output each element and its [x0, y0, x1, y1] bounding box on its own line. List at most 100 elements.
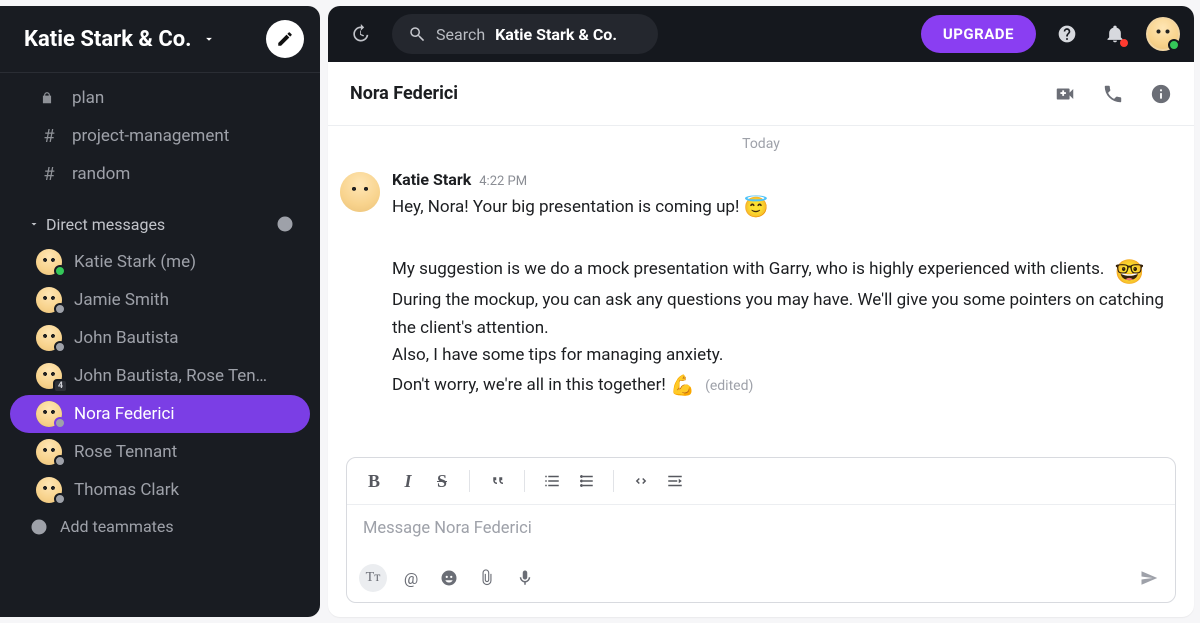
codeblock-button[interactable]: [660, 467, 690, 495]
avatar: [36, 477, 62, 503]
dm-katie-stark[interactable]: Katie Stark (me): [10, 243, 310, 281]
workspace-switcher[interactable]: Katie Stark & Co.: [0, 6, 320, 73]
history-icon: [350, 24, 370, 44]
add-teammates-label: Add teammates: [60, 517, 174, 536]
dm-label: John Bautista: [74, 328, 179, 348]
presence-online-icon: [54, 265, 66, 277]
dm-label: Katie Stark (me): [74, 252, 196, 272]
dm-thomas-clark[interactable]: Thomas Clark: [10, 471, 310, 509]
search-workspace: Katie Stark & Co.: [495, 25, 617, 44]
dm-label: Nora Federici: [74, 404, 174, 424]
channel-plan[interactable]: plan: [10, 79, 310, 117]
presence-away-icon: [54, 493, 66, 505]
add-video-icon[interactable]: [1054, 83, 1076, 105]
dm-section-header[interactable]: Direct messages: [10, 205, 310, 243]
upgrade-label: UPGRADE: [943, 25, 1014, 43]
nerd-emoji-icon: 🤓: [1115, 253, 1145, 291]
edited-label: (edited): [705, 378, 753, 394]
microphone-icon: [516, 569, 534, 587]
toggle-formatting-button[interactable]: Tт: [359, 564, 387, 592]
channel-random[interactable]: # random: [10, 155, 310, 193]
composer-actions: Tт @: [347, 556, 1175, 602]
presence-away-icon: [54, 341, 66, 353]
mention-button[interactable]: @: [397, 564, 425, 592]
presence-away-icon: [54, 417, 66, 429]
dm-jamie-smith[interactable]: Jamie Smith: [10, 281, 310, 319]
paperclip-icon: [478, 569, 496, 587]
send-icon: [1140, 569, 1158, 587]
main: Search Katie Stark & Co. UPGRADE: [328, 6, 1194, 617]
info-icon[interactable]: [1150, 83, 1172, 105]
date-separator: Today: [328, 130, 1194, 166]
avatar: [36, 439, 62, 465]
search-icon: [408, 25, 426, 43]
channel-project-management[interactable]: # project-management: [10, 117, 310, 155]
hash-icon: #: [40, 164, 58, 185]
dm-group-john-rose[interactable]: 4 John Bautista, Rose Ten…: [10, 357, 310, 395]
strike-button[interactable]: S: [427, 467, 457, 495]
avatar: 4: [36, 363, 62, 389]
avatar: [36, 249, 62, 275]
search-label: Search: [436, 25, 485, 44]
add-teammates-button[interactable]: Add teammates: [0, 509, 320, 544]
activity-button[interactable]: [1098, 17, 1132, 51]
quote-button[interactable]: [482, 467, 512, 495]
message-avatar[interactable]: [340, 172, 380, 212]
dm-section-label: Direct messages: [46, 215, 165, 234]
member-count-badge: 4: [53, 379, 68, 393]
conversation-header: Nora Federici: [328, 62, 1194, 126]
help-button[interactable]: [1050, 17, 1084, 51]
message-author[interactable]: Katie Stark: [392, 170, 471, 189]
ordered-list-button[interactable]: [537, 467, 567, 495]
record-button[interactable]: [511, 564, 539, 592]
italic-button[interactable]: I: [393, 467, 423, 495]
conversation-pane: Nora Federici Today Katie Stark 4:22 PM: [328, 62, 1194, 617]
chevron-down-icon: [202, 32, 216, 46]
avatar: [36, 401, 62, 427]
dm-nora-federici[interactable]: Nora Federici: [10, 395, 310, 433]
bold-button[interactable]: B: [359, 467, 389, 495]
presence-away-icon: [54, 303, 66, 315]
presence-online-icon: [1168, 39, 1180, 51]
message-text: Hey, Nora! Your big presentation is comi…: [392, 191, 1174, 401]
smile-icon: [440, 569, 458, 587]
bullet-list-button[interactable]: [571, 467, 601, 495]
sidebar: Katie Stark & Co. plan # project-managem…: [0, 6, 320, 617]
attach-button[interactable]: [473, 564, 501, 592]
hash-icon: #: [40, 126, 58, 147]
pencil-icon: [276, 30, 294, 48]
ordered-list-icon: [543, 472, 561, 490]
presence-away-icon: [54, 455, 66, 467]
message: Katie Stark 4:22 PM Hey, Nora! Your big …: [328, 166, 1194, 401]
channel-label: plan: [72, 88, 104, 108]
message-list: Today Katie Stark 4:22 PM Hey, Nora! You…: [328, 126, 1194, 457]
dm-label: Jamie Smith: [74, 290, 169, 310]
message-input[interactable]: Message Nora Federici: [347, 505, 1175, 556]
plus-circle-icon: [30, 518, 48, 536]
message-time: 4:22 PM: [479, 174, 527, 189]
send-button[interactable]: [1135, 564, 1163, 592]
plus-circle-icon[interactable]: [276, 215, 294, 233]
channel-label: project-management: [72, 126, 229, 146]
code-button[interactable]: [626, 467, 656, 495]
message-placeholder: Message Nora Federici: [363, 519, 532, 538]
history-button[interactable]: [342, 16, 378, 52]
angel-emoji-icon: 😇: [744, 191, 769, 223]
upgrade-button[interactable]: UPGRADE: [921, 15, 1036, 53]
help-icon: [1057, 24, 1077, 44]
compose-button[interactable]: [266, 20, 304, 58]
codeblock-icon: [666, 472, 684, 490]
phone-icon[interactable]: [1102, 83, 1124, 105]
emoji-button[interactable]: [435, 564, 463, 592]
bullet-list-icon: [577, 472, 595, 490]
lock-icon: [40, 91, 54, 105]
flex-emoji-icon: 💪: [670, 369, 695, 401]
notification-dot-icon: [1120, 39, 1128, 47]
search-input[interactable]: Search Katie Stark & Co.: [392, 14, 658, 54]
conversation-title[interactable]: Nora Federici: [350, 83, 1028, 104]
topbar: Search Katie Stark & Co. UPGRADE: [328, 6, 1194, 62]
user-menu[interactable]: [1146, 17, 1180, 51]
dm-john-bautista[interactable]: John Bautista: [10, 319, 310, 357]
dm-rose-tennant[interactable]: Rose Tennant: [10, 433, 310, 471]
avatar: [36, 325, 62, 351]
